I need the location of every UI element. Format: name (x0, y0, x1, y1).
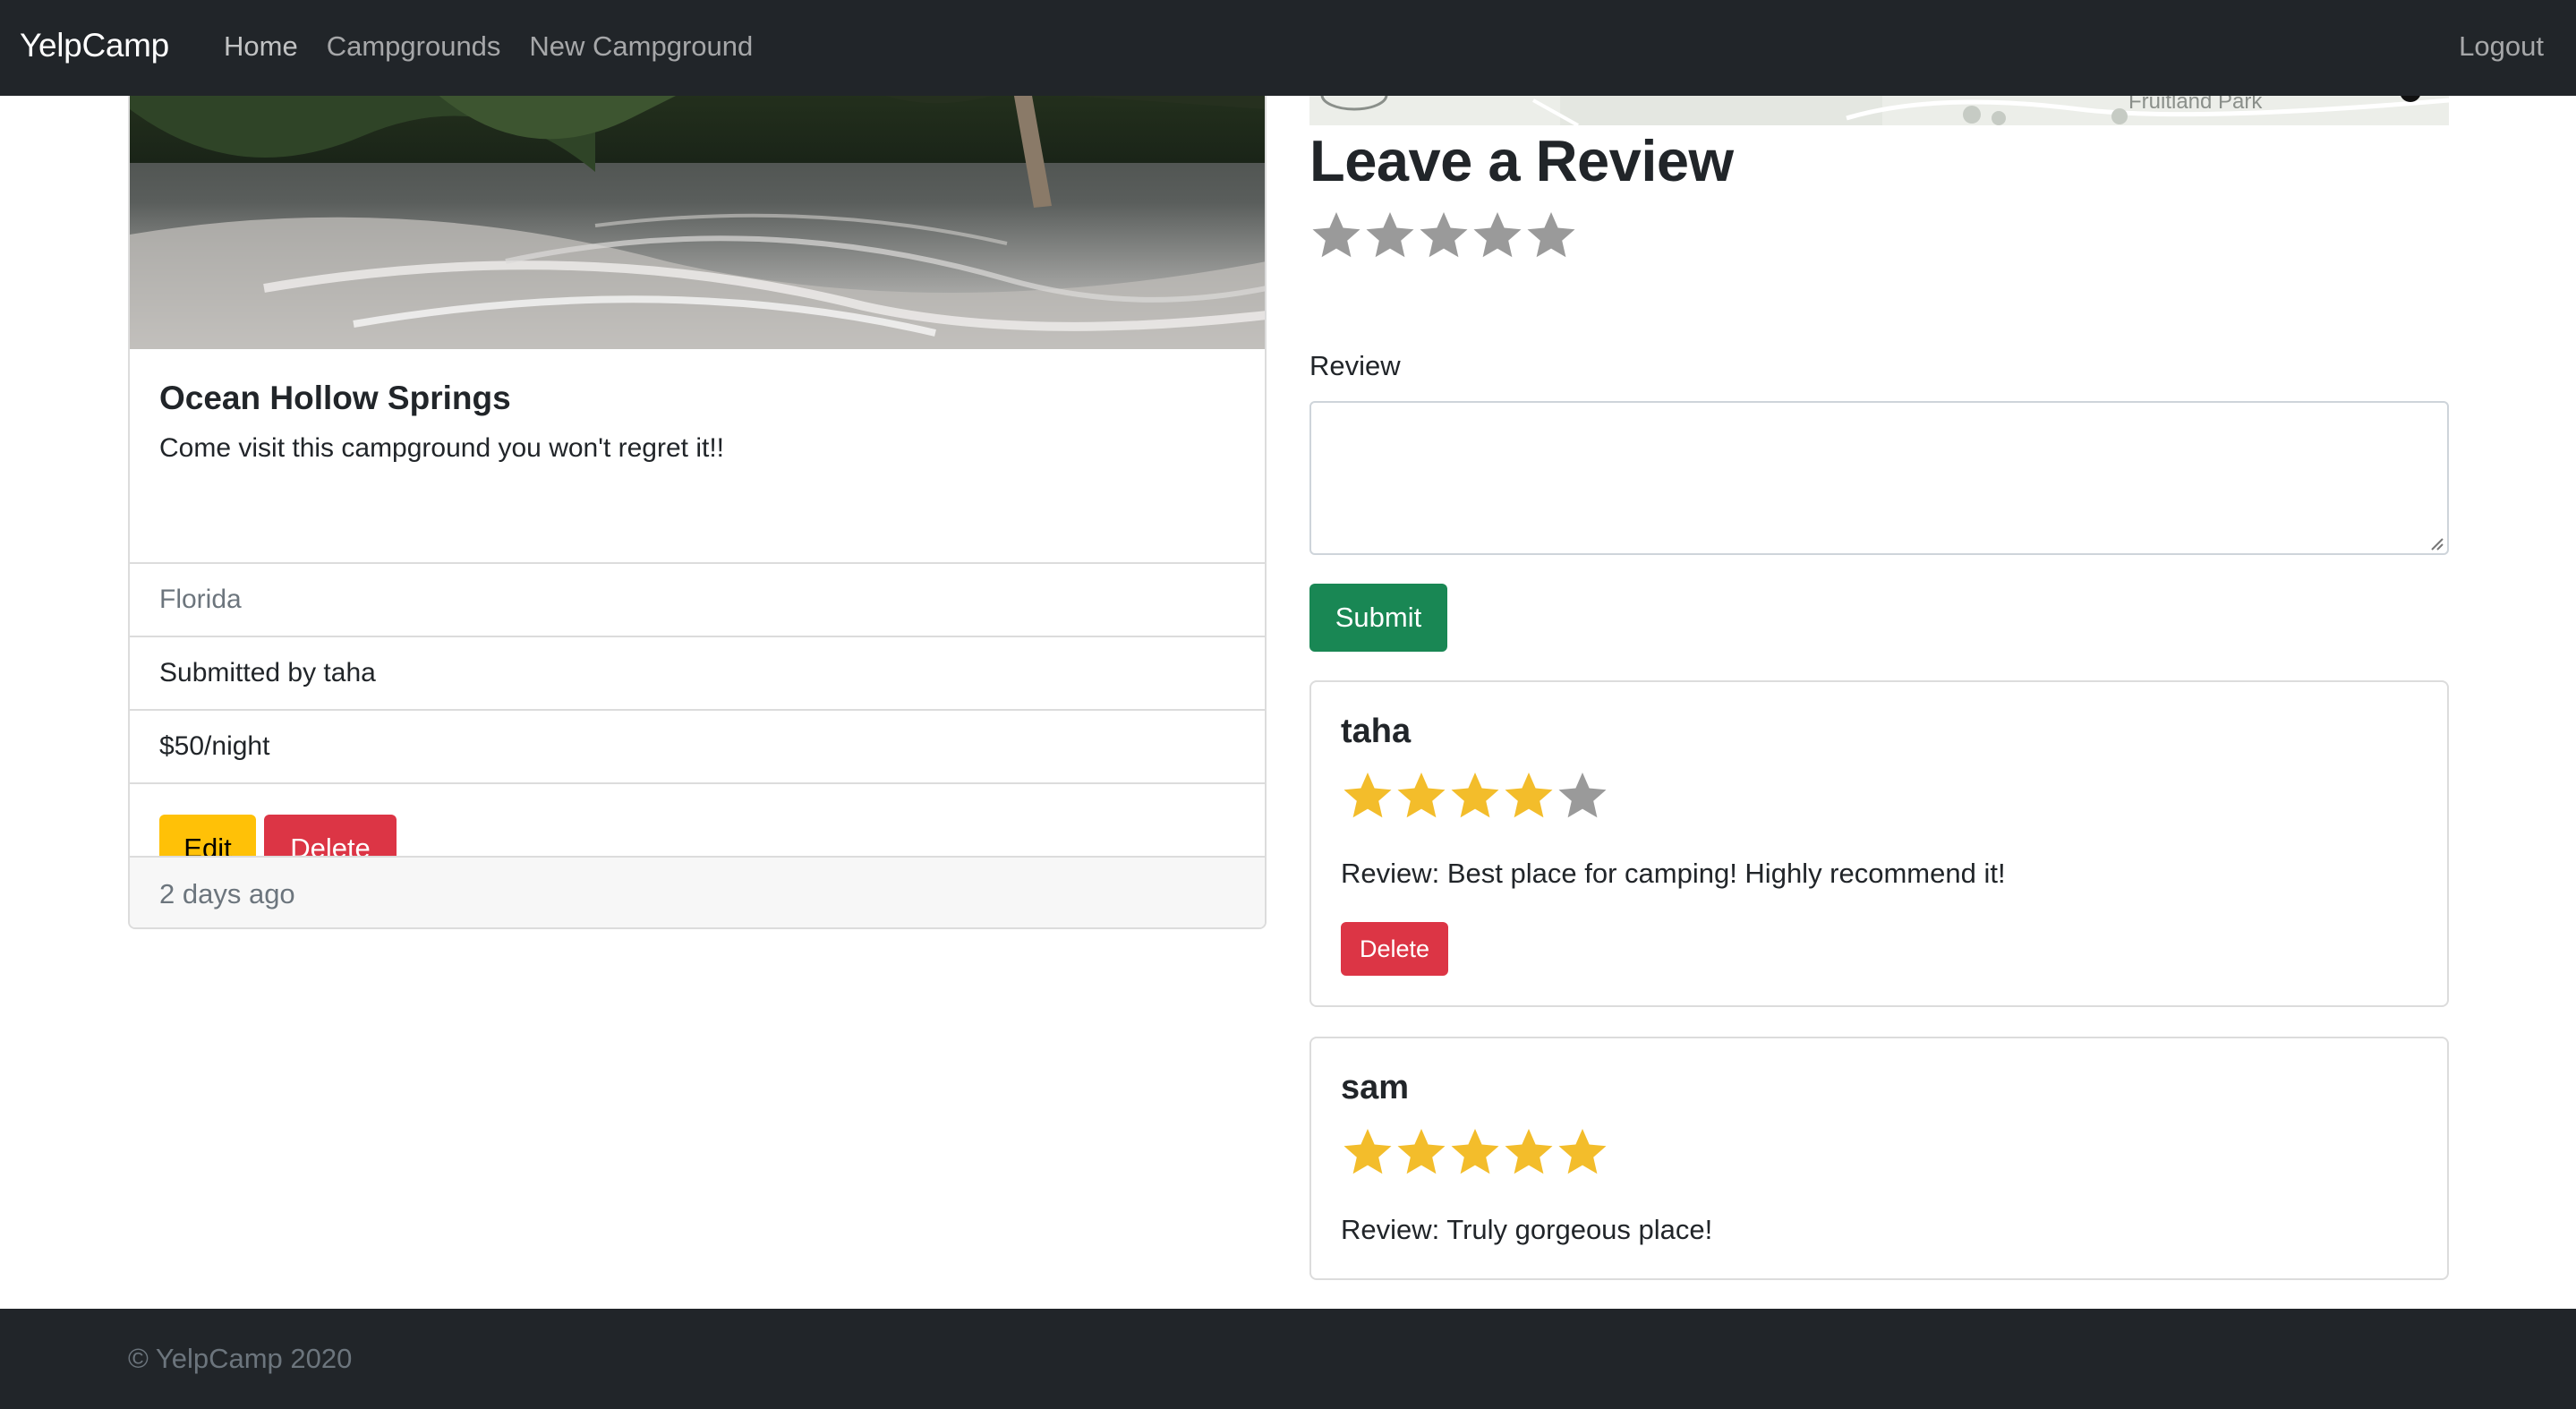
star-filled-icon (1505, 1129, 1553, 1174)
star-filled-icon (1451, 773, 1499, 818)
star-filled-icon (1451, 1129, 1499, 1174)
campground-card: Ocean Hollow Springs Come visit this cam… (128, 54, 1267, 929)
star-filled-icon (1397, 773, 1446, 818)
resize-handle-icon[interactable] (2427, 534, 2444, 551)
star-empty-icon[interactable] (1471, 209, 1524, 263)
review-heading: Leave a Review (1309, 128, 1734, 193)
campground-title: Ocean Hollow Springs (159, 380, 511, 416)
review-text: Review: Best place for camping! Highly r… (1341, 858, 2006, 889)
campground-description: Come visit this campground you won't reg… (159, 433, 724, 463)
card-body: Ocean Hollow Springs Come visit this cam… (130, 349, 1265, 562)
nav-links: Home Campgrounds New Campground (224, 30, 781, 63)
campground-image (130, 56, 1265, 349)
star-empty-icon[interactable] (1309, 209, 1363, 263)
review-label: Review (1309, 350, 1401, 381)
star-empty-icon (1558, 773, 1607, 818)
star-filled-icon (1397, 1129, 1446, 1174)
campground-location: Florida (130, 562, 1265, 636)
star-filled-icon (1558, 1129, 1607, 1174)
logout-link[interactable]: Logout (2459, 30, 2544, 63)
star-filled-icon (1343, 773, 1392, 818)
footer-copyright: © YelpCamp 2020 (128, 1343, 353, 1374)
nav-new-campground-link[interactable]: New Campground (529, 30, 753, 63)
review-textarea[interactable] (1309, 401, 2449, 555)
review-card: taha Review: Best place for camping! Hig… (1309, 680, 2449, 1007)
campground-author: Submitted by taha (130, 636, 1265, 709)
card-actions: Edit Delete (130, 782, 1265, 883)
campground-price: $50/night (130, 709, 1265, 782)
star-empty-icon[interactable] (1417, 209, 1471, 263)
delete-review-button[interactable]: Delete (1341, 922, 1448, 976)
footer: © YelpCamp 2020 (0, 1309, 2576, 1409)
star-empty-icon[interactable] (1363, 209, 1417, 263)
brand-logo[interactable]: YelpCamp (20, 27, 169, 64)
review-card: sam Review: Truly gorgeous place! (1309, 1037, 2449, 1280)
star-filled-icon (1505, 773, 1553, 818)
rating-input[interactable] (1309, 209, 1578, 263)
review-rating (1341, 1126, 1609, 1180)
submit-review-button[interactable]: Submit (1309, 584, 1447, 652)
nav-home-link[interactable]: Home (224, 30, 298, 63)
river-photo (130, 56, 1265, 349)
star-empty-icon[interactable] (1524, 209, 1578, 263)
review-text: Review: Truly gorgeous place! (1341, 1214, 1713, 1245)
star-filled-icon (1343, 1129, 1392, 1174)
nav-campgrounds-link[interactable]: Campgrounds (327, 30, 501, 63)
review-author: taha (1341, 713, 1412, 750)
navbar: YelpCamp Home Campgrounds New Campground… (0, 0, 2576, 96)
review-author: sam (1341, 1069, 1410, 1106)
card-footer: 2 days ago (130, 856, 1265, 927)
review-rating (1341, 770, 1609, 824)
